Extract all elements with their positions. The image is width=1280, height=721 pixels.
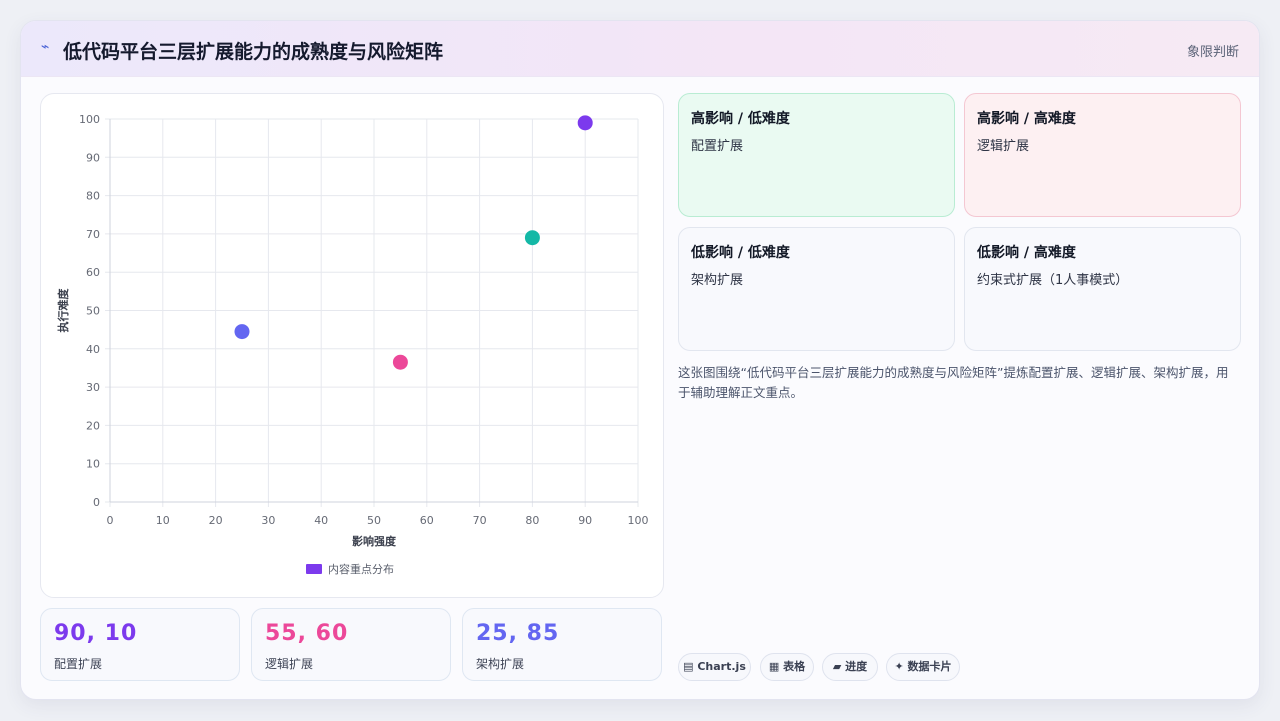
x-tick-label: 10 — [156, 514, 170, 527]
y-tick-label: 80 — [86, 190, 100, 203]
y-axis-label: 执行难度 — [56, 288, 70, 333]
chart-panel: 0 10 20 30 40 50 60 70 80 90 100 0 10 20 30 40 50 60 70 80 9… — [40, 93, 664, 598]
data-point — [234, 324, 250, 340]
x-tick-label: 90 — [578, 514, 592, 527]
data-point — [577, 115, 593, 131]
x-tick-label: 40 — [314, 514, 328, 527]
data-point — [392, 354, 408, 370]
y-tick-label: 100 — [79, 113, 100, 126]
quadrant-title: 低影响 / 低难度 — [691, 245, 790, 261]
tag-label: 进度 — [845, 660, 868, 673]
x-tick-label: 30 — [261, 514, 275, 527]
chart-icon: ▤ — [683, 660, 694, 673]
stat-card-0: 90, 10 配置扩展 — [40, 608, 240, 681]
quadrant-item: 架构扩展 — [691, 273, 744, 288]
card-icon: ✦ — [894, 660, 904, 673]
y-tick-label: 0 — [93, 496, 100, 509]
main-card: ⌁ 低代码平台三层扩展能力的成熟度与风险矩阵 象限判断 0 10 20 30 40 50 6… — [20, 20, 1260, 700]
bolt-icon: ⌁ — [41, 39, 50, 55]
x-tick-label: 60 — [420, 514, 434, 527]
tag-label: 表格 — [783, 660, 806, 673]
stat-value: 25, 85 — [476, 621, 560, 646]
y-tick-label: 30 — [86, 381, 100, 394]
stat-value: 90, 10 — [54, 621, 138, 646]
y-tick-label: 90 — [86, 151, 100, 164]
tag-label: 数据卡片 — [907, 660, 952, 673]
quadrant-card-1: 高影响 / 高难度 逻辑扩展 — [964, 93, 1241, 217]
stat-label: 逻辑扩展 — [265, 657, 314, 671]
tag-chartjs[interactable]: ▤ Chart.js — [678, 653, 751, 681]
quadrant-card-3: 低影响 / 高难度 约束式扩展（1人事模式） — [964, 227, 1241, 351]
quadrant-title: 高影响 / 低难度 — [691, 111, 790, 127]
x-tick-label: 70 — [473, 514, 487, 527]
stat-value: 55, 60 — [265, 621, 349, 646]
y-tick-label: 50 — [86, 305, 100, 318]
y-tick-label: 10 — [86, 458, 100, 471]
data-point — [524, 230, 540, 246]
table-icon: ▦ — [768, 660, 780, 673]
y-tick-label: 40 — [86, 343, 100, 356]
legend-label: 内容重点分布 — [328, 562, 394, 576]
quadrant-title: 低影响 / 高难度 — [977, 245, 1076, 261]
quadrant-item: 逻辑扩展 — [977, 139, 1030, 154]
quadrant-item: 配置扩展 — [691, 139, 744, 154]
progress-icon: ▰ — [832, 660, 842, 673]
y-tick-label: 60 — [86, 266, 100, 279]
quadrant-item: 约束式扩展（1人事模式） — [977, 273, 1129, 288]
stat-card-2: 25, 85 架构扩展 — [462, 608, 662, 681]
tag-data-card[interactable]: ✦ 数据卡片 — [886, 653, 960, 681]
quadrant-title: 高影响 / 高难度 — [977, 111, 1076, 127]
x-tick-label: 0 — [107, 514, 114, 527]
header-bar: ⌁ 低代码平台三层扩展能力的成熟度与风险矩阵 象限判断 — [21, 21, 1259, 77]
x-tick-label: 50 — [367, 514, 381, 527]
quadrant-card-2: 低影响 / 低难度 架构扩展 — [678, 227, 955, 351]
chart-description: 这张图围绕“低代码平台三层扩展能力的成熟度与风险矩阵”提炼配置扩展、逻辑扩展、架… — [678, 365, 1229, 400]
tag-label: Chart.js — [697, 660, 746, 673]
x-tick-label: 20 — [209, 514, 223, 527]
page-title: 低代码平台三层扩展能力的成熟度与风险矩阵 — [63, 41, 444, 63]
y-tick-label: 70 — [86, 228, 100, 241]
scatter-chart: 0 10 20 30 40 50 60 70 80 90 100 0 10 20 30 40 50 60 70 80 9… — [56, 113, 649, 576]
x-tick-label: 100 — [628, 514, 649, 527]
stat-label: 配置扩展 — [54, 657, 103, 671]
stat-card-1: 55, 60 逻辑扩展 — [251, 608, 451, 681]
tag-table[interactable]: ▦ 表格 — [760, 653, 814, 681]
x-tick-label: 80 — [525, 514, 539, 527]
tag-progress[interactable]: ▰ 进度 — [822, 653, 878, 681]
quadrant-badge: 象限判断 — [1186, 45, 1239, 60]
quadrant-card-0: 高影响 / 低难度 配置扩展 — [678, 93, 955, 217]
x-axis-label: 影响强度 — [352, 534, 397, 548]
legend-swatch — [306, 564, 322, 574]
y-tick-label: 20 — [86, 419, 100, 432]
stat-label: 架构扩展 — [476, 657, 525, 671]
